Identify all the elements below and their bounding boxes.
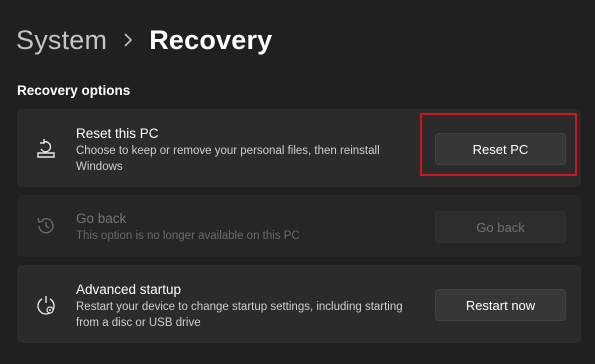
page-title: Recovery (149, 24, 273, 55)
card-description: Choose to keep or remove your personal f… (76, 145, 380, 173)
breadcrumb: System Recovery (16, 20, 272, 60)
card-reset-pc-text: Reset this PC Choose to keep or remove y… (76, 125, 416, 175)
breadcrumb-system[interactable]: System (16, 25, 107, 56)
chevron-right-icon (107, 33, 149, 47)
card-title: Advanced startup (76, 282, 182, 297)
section-title: Recovery options (17, 83, 131, 98)
restart-now-button[interactable]: Restart now (435, 289, 566, 321)
history-icon (35, 215, 57, 237)
card-description: Restart your device to change startup se… (76, 301, 403, 329)
card-title: Reset this PC (76, 126, 159, 141)
go-back-button[interactable]: Go back (435, 211, 566, 243)
card-go-back-text: Go back This option is no longer availab… (76, 210, 416, 244)
card-advanced-startup: Advanced startup Restart your device to … (17, 265, 581, 343)
card-go-back: Go back This option is no longer availab… (17, 195, 581, 257)
card-description: This option is no longer available on th… (76, 230, 300, 242)
card-title: Go back (76, 211, 127, 226)
highlight-box (420, 113, 577, 176)
reset-pc-icon (35, 138, 57, 160)
advanced-startup-icon (35, 294, 57, 316)
card-advanced-startup-text: Advanced startup Restart your device to … (76, 281, 416, 331)
